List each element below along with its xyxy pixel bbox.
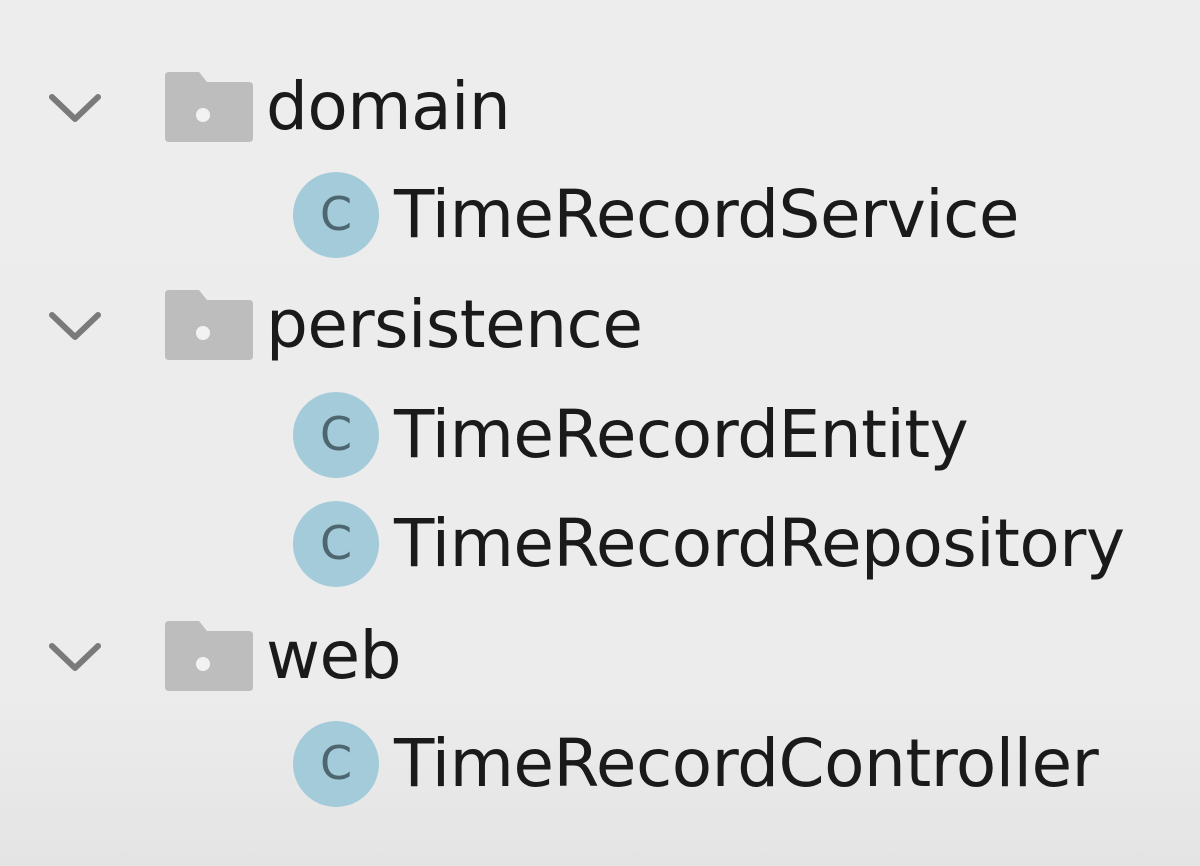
class-icon: C bbox=[293, 172, 379, 258]
tree-node-package-domain[interactable]: domain bbox=[0, 52, 1200, 162]
class-label: TimeRecordEntity bbox=[394, 396, 969, 473]
project-tree: domain C TimeRecordService persistence C… bbox=[0, 0, 1200, 866]
class-icon-letter: C bbox=[319, 187, 353, 241]
chevron-down-icon[interactable] bbox=[46, 636, 104, 676]
chevron-down-icon[interactable] bbox=[46, 305, 104, 345]
class-label: TimeRecordService bbox=[394, 176, 1019, 253]
tree-node-class-timerecordrepository[interactable]: C TimeRecordRepository bbox=[0, 489, 1200, 599]
tree-node-package-persistence[interactable]: persistence bbox=[0, 270, 1200, 380]
class-icon-letter: C bbox=[319, 516, 353, 570]
package-label: persistence bbox=[266, 286, 643, 363]
class-label: TimeRecordController bbox=[394, 725, 1099, 802]
class-icon: C bbox=[293, 392, 379, 478]
package-label: web bbox=[266, 617, 401, 694]
tree-node-class-timerecordcontroller[interactable]: C TimeRecordController bbox=[0, 709, 1200, 819]
folder-package-icon bbox=[165, 621, 253, 691]
chevron-down-icon[interactable] bbox=[46, 87, 104, 127]
class-icon-letter: C bbox=[319, 736, 353, 790]
tree-node-class-timerecordservice[interactable]: C TimeRecordService bbox=[0, 160, 1200, 270]
class-icon: C bbox=[293, 721, 379, 807]
class-icon: C bbox=[293, 501, 379, 587]
package-label: domain bbox=[266, 68, 511, 145]
tree-node-class-timerecordentity[interactable]: C TimeRecordEntity bbox=[0, 380, 1200, 490]
folder-package-icon bbox=[165, 290, 253, 360]
class-label: TimeRecordRepository bbox=[394, 505, 1125, 582]
class-icon-letter: C bbox=[319, 407, 353, 461]
tree-node-package-web[interactable]: web bbox=[0, 601, 1200, 711]
folder-package-icon bbox=[165, 72, 253, 142]
